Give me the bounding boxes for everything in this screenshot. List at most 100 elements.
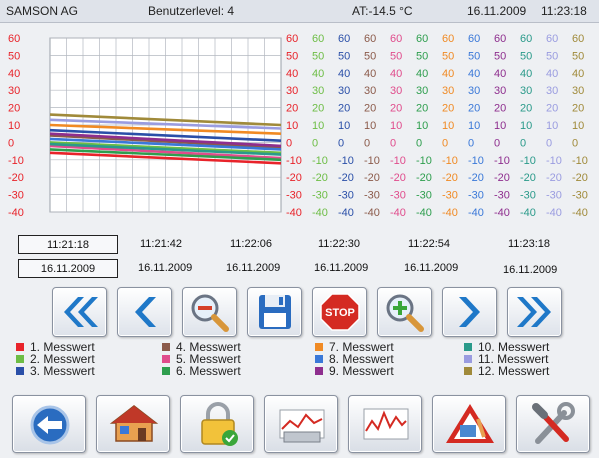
legend-swatch xyxy=(162,343,170,351)
back-button[interactable] xyxy=(12,395,86,453)
series-axis-tick: 10 xyxy=(546,120,558,132)
date-start-box[interactable]: 16.11.2009 xyxy=(18,259,118,278)
series-axis-tick: -40 xyxy=(494,207,510,219)
series-axis-tick: 10 xyxy=(442,120,454,132)
scroll-back-button[interactable] xyxy=(117,287,172,337)
stop-button[interactable]: STOP xyxy=(312,287,367,337)
legend-label: 9. Messwert xyxy=(329,364,394,378)
status-bar: SAMSON AG Benutzerlevel: 4 AT:-14.5 °C 1… xyxy=(0,0,599,23)
series-axis-tick: 20 xyxy=(364,103,376,115)
legend-swatch xyxy=(162,355,170,363)
series-axis-tick: -30 xyxy=(520,190,536,202)
series-axis-tick: 10 xyxy=(286,120,298,132)
scroll-start-button[interactable] xyxy=(52,287,107,337)
zoom-in-button[interactable] xyxy=(377,287,432,337)
scroll-end-button[interactable] xyxy=(507,287,562,337)
save-button[interactable] xyxy=(247,287,302,337)
legend-label: 12. Messwert xyxy=(478,364,550,378)
series-axis-tick: -30 xyxy=(442,190,458,202)
zoom-out-icon xyxy=(191,294,229,332)
series-axis-tick: -40 xyxy=(390,207,406,219)
series-axis-tick: 40 xyxy=(572,68,584,80)
trend-button[interactable] xyxy=(348,395,422,453)
legend-swatch xyxy=(162,367,170,375)
series-axis-tick: 60 xyxy=(468,33,480,45)
legend-item: 3. Messwert xyxy=(16,364,95,378)
series-axis-tick: -40 xyxy=(338,207,354,219)
user-level: Benutzerlevel: 4 xyxy=(148,4,235,18)
y-tick-label: 60 xyxy=(8,33,20,45)
series-axis-tick: -30 xyxy=(572,190,588,202)
series-axis-tick: -30 xyxy=(286,190,302,202)
stop-sign-icon: STOP xyxy=(320,293,360,331)
series-axis-tick: -30 xyxy=(546,190,562,202)
legend-swatch xyxy=(16,343,24,351)
series-axis-tick: -20 xyxy=(312,172,328,184)
series-axis-tick: 60 xyxy=(546,33,558,45)
series-axis-tick: 10 xyxy=(312,120,324,132)
series-axis-tick: -20 xyxy=(286,172,302,184)
alarm-button[interactable] xyxy=(432,395,506,453)
series-axis-tick: 50 xyxy=(390,50,402,62)
y-tick-label: -10 xyxy=(8,155,24,167)
series-axis-tick: -10 xyxy=(442,155,458,167)
stop-label: STOP xyxy=(325,307,355,319)
y-tick-label: 0 xyxy=(8,137,14,149)
series-axis-tick: 10 xyxy=(494,120,506,132)
controller-button[interactable] xyxy=(264,395,338,453)
lock-button[interactable] xyxy=(180,395,254,453)
zoom-in-icon xyxy=(386,294,424,332)
series-axis-tick: 50 xyxy=(520,50,532,62)
series-axis-tick: 50 xyxy=(546,50,558,62)
save-disk-icon xyxy=(259,295,291,329)
series-axis-tick: -30 xyxy=(468,190,484,202)
zoom-out-button[interactable] xyxy=(182,287,237,337)
series-axis-tick: 30 xyxy=(468,85,480,97)
series-axis-tick: 30 xyxy=(572,85,584,97)
series-axis-tick: -40 xyxy=(312,207,328,219)
series-axis-tick: -20 xyxy=(416,172,432,184)
scroll-forward-button[interactable] xyxy=(442,287,497,337)
series-axis-tick: 20 xyxy=(520,103,532,115)
y-tick-label: 50 xyxy=(8,50,20,62)
series-axis-tick: 20 xyxy=(494,103,506,115)
series-axis-tick: -40 xyxy=(468,207,484,219)
series-axis-tick: 40 xyxy=(520,68,532,80)
series-axis-tick: 30 xyxy=(312,85,324,97)
series-axis-tick: 0 xyxy=(468,137,474,149)
back-arrow-icon xyxy=(30,405,70,445)
series-axis-tick: 10 xyxy=(416,120,428,132)
series-axis-tick: -30 xyxy=(416,190,432,202)
series-axis-tick: 50 xyxy=(468,50,480,62)
date-label-6: 16.11.2009 xyxy=(503,264,558,276)
series-axis-tick: -40 xyxy=(286,207,302,219)
y-tick-label: -30 xyxy=(8,190,24,202)
series-axis-tick: -10 xyxy=(312,155,328,167)
series-axis-tick: 20 xyxy=(390,103,402,115)
series-axis-tick: -10 xyxy=(364,155,380,167)
series-axis-tick: 20 xyxy=(286,103,298,115)
series-axis-tick: 10 xyxy=(364,120,376,132)
series-axis-tick: 60 xyxy=(416,33,428,45)
y-tick-label: 10 xyxy=(8,120,20,132)
legend-item: 6. Messwert xyxy=(162,364,241,378)
trend-chart-icon xyxy=(363,408,409,440)
time-start-box[interactable]: 11:21:18 xyxy=(18,235,118,254)
series-axis-tick: -30 xyxy=(364,190,380,202)
series-axis-tick: -20 xyxy=(520,172,536,184)
home-button[interactable] xyxy=(96,395,170,453)
legend-label: 3. Messwert xyxy=(30,364,95,378)
series-axis-tick: 10 xyxy=(468,120,480,132)
y-tick-label: 20 xyxy=(8,103,20,115)
current-time: 11:23:18 xyxy=(541,4,587,18)
series-axis-tick: 20 xyxy=(468,103,480,115)
series-axis-tick: 30 xyxy=(390,85,402,97)
current-date: 16.11.2009 xyxy=(467,4,527,18)
settings-button[interactable] xyxy=(516,395,590,453)
home-icon xyxy=(109,405,159,442)
series-axis-tick: 50 xyxy=(338,50,350,62)
company-name: SAMSON AG xyxy=(6,4,79,18)
series-axis-tick: 0 xyxy=(338,137,344,149)
series-axis-tick: 40 xyxy=(286,68,298,80)
series-axis-tick: 30 xyxy=(286,85,298,97)
